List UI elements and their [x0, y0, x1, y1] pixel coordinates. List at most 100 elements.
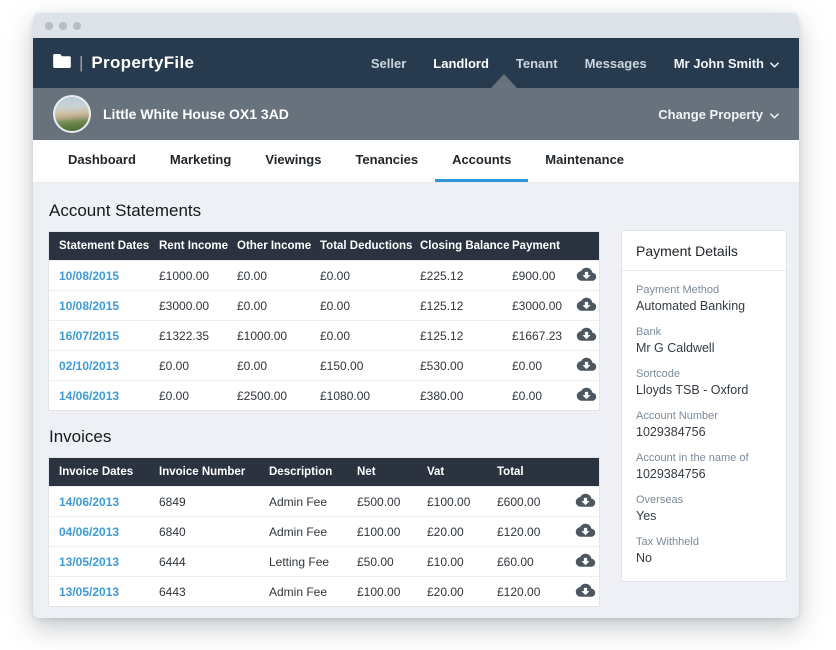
table-cell: £530.00 [420, 359, 512, 373]
app-logo[interactable]: | PropertyFile [53, 53, 194, 73]
nav-item-landlord[interactable]: Landlord [433, 56, 489, 71]
date-link[interactable]: 14/06/2013 [59, 389, 159, 403]
table-cell: £100.00 [427, 495, 497, 509]
payment-detail-field: OverseasYes [636, 494, 772, 523]
table-cell: £0.00 [237, 299, 320, 313]
table-cell: £0.00 [320, 329, 420, 343]
tab-tenancies[interactable]: Tenancies [338, 140, 435, 182]
date-link[interactable]: 13/05/2013 [59, 585, 159, 599]
column-header: Total Deductions [320, 240, 420, 252]
download-button[interactable] [571, 493, 599, 510]
table-cell: £500.00 [357, 495, 427, 509]
table-row: 13/05/20136443Admin Fee£100.00£20.00£120… [49, 576, 599, 606]
download-button[interactable] [574, 297, 599, 314]
account-statements-table: Statement DatesRent IncomeOther IncomeTo… [48, 231, 600, 411]
download-button[interactable] [574, 387, 599, 404]
column-header: Invoice Dates [59, 466, 159, 478]
payment-details-fields: Payment MethodAutomated BankingBankMr G … [622, 271, 786, 581]
window-control-dot[interactable] [59, 22, 67, 30]
table-cell: 6443 [159, 585, 269, 599]
table-cell: £1000.00 [237, 329, 320, 343]
folder-icon [53, 54, 71, 73]
column-header: Total [497, 466, 571, 478]
content-area: Account Statements Statement DatesRent I… [33, 183, 799, 618]
table-cell: £150.00 [320, 359, 420, 373]
download-button[interactable] [574, 327, 599, 344]
table-cell: £120.00 [497, 525, 571, 539]
field-label: Account in the name of [636, 452, 772, 464]
download-button[interactable] [574, 357, 599, 374]
column-header: Statement Dates [59, 240, 159, 252]
payment-detail-field: BankMr G Caldwell [636, 326, 772, 355]
tab-marketing[interactable]: Marketing [153, 140, 248, 182]
date-link[interactable]: 02/10/2013 [59, 359, 159, 373]
statements-title: Account Statements [49, 201, 600, 221]
table-cell: £0.00 [159, 359, 237, 373]
field-value: 1029384756 [636, 467, 772, 481]
cloud-download-icon [576, 327, 597, 344]
page: | PropertyFile Seller Landlord Tenant Me… [0, 0, 836, 650]
date-link[interactable]: 10/08/2015 [59, 269, 159, 283]
table-cell: £0.00 [512, 389, 574, 403]
table-cell: £100.00 [357, 585, 427, 599]
nav-item-tenant[interactable]: Tenant [516, 56, 558, 71]
tab-accounts[interactable]: Accounts [435, 140, 528, 182]
table-row: 02/10/2013£0.00£0.00£150.00£530.00£0.00 [49, 350, 599, 380]
table-cell: 6444 [159, 555, 269, 569]
download-button[interactable] [571, 553, 599, 570]
column-header: Other Income [237, 240, 320, 252]
table-cell: £50.00 [357, 555, 427, 569]
table-cell: £0.00 [237, 269, 320, 283]
table-cell: Admin Fee [269, 495, 357, 509]
download-button[interactable] [571, 583, 599, 600]
date-link[interactable]: 16/07/2015 [59, 329, 159, 343]
change-property-button[interactable]: Change Property [658, 107, 779, 122]
nav-item-seller[interactable]: Seller [371, 56, 406, 71]
field-value: No [636, 551, 772, 565]
table-cell: £20.00 [427, 585, 497, 599]
date-link[interactable]: 13/05/2013 [59, 555, 159, 569]
cloud-download-icon [575, 583, 596, 600]
user-menu[interactable]: Mr John Smith [674, 56, 779, 71]
column-header: Description [269, 466, 357, 478]
field-label: Bank [636, 326, 772, 338]
tab-maintenance[interactable]: Maintenance [528, 140, 641, 182]
window-control-dot[interactable] [73, 22, 81, 30]
section-tabs: Dashboard Marketing Viewings Tenancies A… [33, 140, 799, 183]
column-header: Invoice Number [159, 466, 269, 478]
table-row: 10/08/2015£1000.00£0.00£0.00£225.12£900.… [49, 260, 599, 290]
field-label: Account Number [636, 410, 772, 422]
table-cell: £3000.00 [159, 299, 237, 313]
table-cell: Letting Fee [269, 555, 357, 569]
table-row: 16/07/2015£1322.35£1000.00£0.00£125.12£1… [49, 320, 599, 350]
download-button[interactable] [574, 267, 599, 284]
table-row: 04/06/20136840Admin Fee£100.00£20.00£120… [49, 516, 599, 546]
table-cell: £1322.35 [159, 329, 237, 343]
table-cell: £900.00 [512, 269, 574, 283]
chevron-down-icon [770, 107, 779, 122]
nav-item-messages[interactable]: Messages [585, 56, 647, 71]
tab-viewings[interactable]: Viewings [248, 140, 338, 182]
cloud-download-icon [576, 357, 597, 374]
date-link[interactable]: 10/08/2015 [59, 299, 159, 313]
table-cell: £600.00 [497, 495, 571, 509]
payment-detail-field: SortcodeLloyds TSB - Oxford [636, 368, 772, 397]
table-cell: £20.00 [427, 525, 497, 539]
table-cell: £10.00 [427, 555, 497, 569]
window-control-dot[interactable] [45, 22, 53, 30]
property-photo-avatar[interactable] [53, 95, 91, 133]
cloud-download-icon [575, 553, 596, 570]
payment-details-card: Payment Details Payment MethodAutomated … [621, 230, 787, 582]
download-button[interactable] [571, 523, 599, 540]
table-cell: £100.00 [357, 525, 427, 539]
table-row: 14/06/2013£0.00£2500.00£1080.00£380.00£0… [49, 380, 599, 410]
table-cell: £0.00 [159, 389, 237, 403]
table-row: 13/05/20136444Letting Fee£50.00£10.00£60… [49, 546, 599, 576]
table-cell: £120.00 [497, 585, 571, 599]
date-link[interactable]: 14/06/2013 [59, 495, 159, 509]
tab-dashboard[interactable]: Dashboard [51, 140, 153, 182]
property-name: Little White House OX1 3AD [103, 106, 289, 122]
table-cell: £0.00 [237, 359, 320, 373]
table-cell: Admin Fee [269, 585, 357, 599]
date-link[interactable]: 04/06/2013 [59, 525, 159, 539]
